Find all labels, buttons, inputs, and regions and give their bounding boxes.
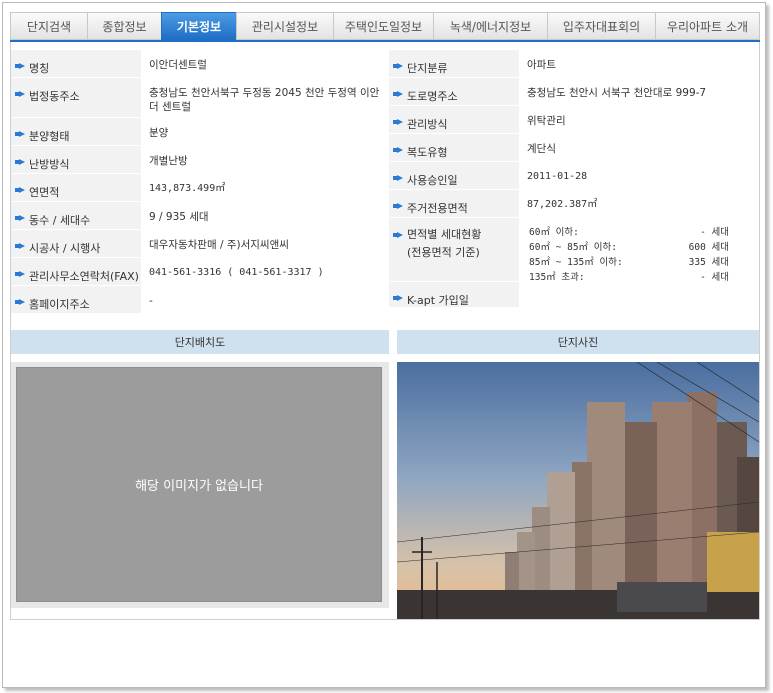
area-row: 60㎡ ~ 85㎡ 이하: 600 세대 xyxy=(529,242,729,253)
info-value: 충청남도 천안서북구 두정동 2045 천안 두정역 이안더 센트럴 xyxy=(149,87,380,113)
info-value: 대우자동차판매 / 주)서지씨앤씨 xyxy=(149,239,289,251)
info-value: 개별난방 xyxy=(149,155,188,167)
arrow-bullet-icon xyxy=(15,215,25,221)
info-row: 단지분류 아파트 xyxy=(389,50,759,78)
info-value: 2011-01-28 xyxy=(527,171,588,182)
info-label: 관리사무소연락처(FAX) xyxy=(11,258,141,285)
info-row: 복도유형 계단식 xyxy=(389,134,759,162)
info-value: 041-561-3316 ( 041-561-3317 ) xyxy=(149,267,324,278)
info-table-right: 단지분류 아파트 도로명주소 충청남도 천안시 서북구 천안대로 999-7 관… xyxy=(389,50,759,308)
info-label: 법정동주소 xyxy=(11,78,141,117)
arrow-bullet-icon xyxy=(393,91,403,97)
info-row: 도로명주소 충청남도 천안시 서북구 천안대로 999-7 xyxy=(389,78,759,106)
area-breakdown-table: 60㎡ 이하: - 세대 60㎡ ~ 85㎡ 이하: 600 세대 85㎡ ~ 13… xyxy=(527,224,731,286)
apartment-photo-image xyxy=(397,362,759,619)
tab-facility-info[interactable]: 관리시설정보 xyxy=(236,12,333,40)
info-row: 관리사무소연락처(FAX) 041-561-3316 ( 041-561-331… xyxy=(11,258,389,286)
arrow-bullet-icon xyxy=(15,299,25,305)
arrow-bullet-icon xyxy=(393,232,403,238)
info-value: 위탁관리 xyxy=(527,115,566,127)
arrow-bullet-icon xyxy=(15,271,25,277)
info-value: 이안더센트럴 xyxy=(149,59,207,71)
tab-basic-info[interactable]: 기본정보 xyxy=(161,12,236,40)
tab-delivery-date-info[interactable]: 주택인도일정보 xyxy=(333,12,433,40)
info-row: 동수 / 세대수 9 / 935 세대 xyxy=(11,202,389,230)
tab-bar: 단지검색 종합정보 기본정보 관리시설정보 주택인도일정보 녹색/에너지정보 입… xyxy=(10,12,760,40)
info-label: 단지분류 xyxy=(389,50,519,77)
info-value: 87,202.387㎡ xyxy=(527,199,598,210)
layout-panel-title: 단지배치도 xyxy=(11,330,389,354)
no-image-placeholder: 해당 이미지가 없습니다 xyxy=(16,367,382,602)
info-row-area: 면적별 세대현황 (전용면적 기준) 60㎡ 이하: - 세대 60㎡ ~ 85㎡… xyxy=(389,218,759,283)
arrow-bullet-icon xyxy=(15,187,25,193)
arrow-bullet-icon xyxy=(15,91,25,97)
info-label: 도로명주소 xyxy=(389,78,519,105)
area-row: 85㎡ ~ 135㎡ 이하: 335 세대 xyxy=(529,257,729,268)
arrow-bullet-icon xyxy=(393,203,403,209)
info-value: 아파트 xyxy=(527,59,556,71)
info-value: 9 / 935 세대 xyxy=(149,211,209,223)
info-value: 분양 xyxy=(149,127,169,139)
info-label: 홈페이지주소 xyxy=(11,286,141,313)
info-row: 홈페이지주소 - xyxy=(11,286,389,314)
info-label: 난방방식 xyxy=(11,146,141,173)
tab-general-info[interactable]: 종합정보 xyxy=(87,12,161,40)
arrow-bullet-icon xyxy=(15,63,25,69)
tab-apartment-intro[interactable]: 우리아파트 소개 xyxy=(655,12,760,40)
apartment-info-window: 단지검색 종합정보 기본정보 관리시설정보 주택인도일정보 녹색/에너지정보 입… xyxy=(2,2,766,688)
arrow-bullet-icon xyxy=(393,175,403,181)
info-label: 사용승인일 xyxy=(389,162,519,189)
info-value: 충청남도 천안시 서북구 천안대로 999-7 xyxy=(527,87,707,99)
info-row: 사용승인일 2011-01-28 xyxy=(389,162,759,190)
complex-photo xyxy=(397,362,759,619)
info-row: 난방방식 개별난방 xyxy=(11,146,389,174)
photo-panel-title: 단지사진 xyxy=(397,330,759,354)
info-row: 명칭 이안더센트럴 xyxy=(11,50,389,78)
info-value xyxy=(519,282,759,307)
info-row: 연면적 143,873.499㎡ xyxy=(11,174,389,202)
tab-green-energy-info[interactable]: 녹색/에너지정보 xyxy=(433,12,547,40)
info-label: K-apt 가입일 xyxy=(389,282,519,307)
info-label: 면적별 세대현황 (전용면적 기준) xyxy=(389,218,519,281)
info-row: 분양형태 분양 xyxy=(11,118,389,146)
info-value: 계단식 xyxy=(527,143,556,155)
info-row: 법정동주소 충청남도 천안서북구 두정동 2045 천안 두정역 이안더 센트럴 xyxy=(11,78,389,118)
info-value: - xyxy=(149,295,153,307)
info-label: 명칭 xyxy=(11,50,141,77)
arrow-bullet-icon xyxy=(393,147,403,153)
info-label: 시공사 / 시행사 xyxy=(11,230,141,257)
info-value: 143,873.499㎡ xyxy=(149,183,226,194)
info-row: 주거전용면적 87,202.387㎡ xyxy=(389,190,759,218)
arrow-bullet-icon xyxy=(15,243,25,249)
info-label: 동수 / 세대수 xyxy=(11,202,141,229)
info-label: 복도유형 xyxy=(389,134,519,161)
info-label: 관리방식 xyxy=(389,106,519,133)
arrow-bullet-icon xyxy=(15,131,25,137)
layout-panel: 해당 이미지가 없습니다 xyxy=(11,362,389,608)
info-label: 연면적 xyxy=(11,174,141,201)
basic-info-content: 명칭 이안더센트럴 법정동주소 충청남도 천안서북구 두정동 2045 천안 두… xyxy=(10,42,760,620)
info-row: 시공사 / 시행사 대우자동차판매 / 주)서지씨앤씨 xyxy=(11,230,389,258)
arrow-bullet-icon xyxy=(393,63,403,69)
arrow-bullet-icon xyxy=(393,295,403,301)
area-row: 60㎡ 이하: - 세대 xyxy=(529,227,729,238)
info-table-left: 명칭 이안더센트럴 법정동주소 충청남도 천안서북구 두정동 2045 천안 두… xyxy=(11,50,389,314)
arrow-bullet-icon xyxy=(393,119,403,125)
tab-residents-council[interactable]: 입주자대표회의 xyxy=(547,12,655,40)
tab-complex-search[interactable]: 단지검색 xyxy=(10,12,87,40)
info-label: 분양형태 xyxy=(11,118,141,145)
info-row: K-apt 가입일 xyxy=(389,282,759,308)
area-breakdown: 60㎡ 이하: - 세대 60㎡ ~ 85㎡ 이하: 600 세대 85㎡ ~ 13… xyxy=(519,218,759,283)
info-row: 관리방식 위탁관리 xyxy=(389,106,759,134)
arrow-bullet-icon xyxy=(15,159,25,165)
info-label: 주거전용면적 xyxy=(389,190,519,217)
